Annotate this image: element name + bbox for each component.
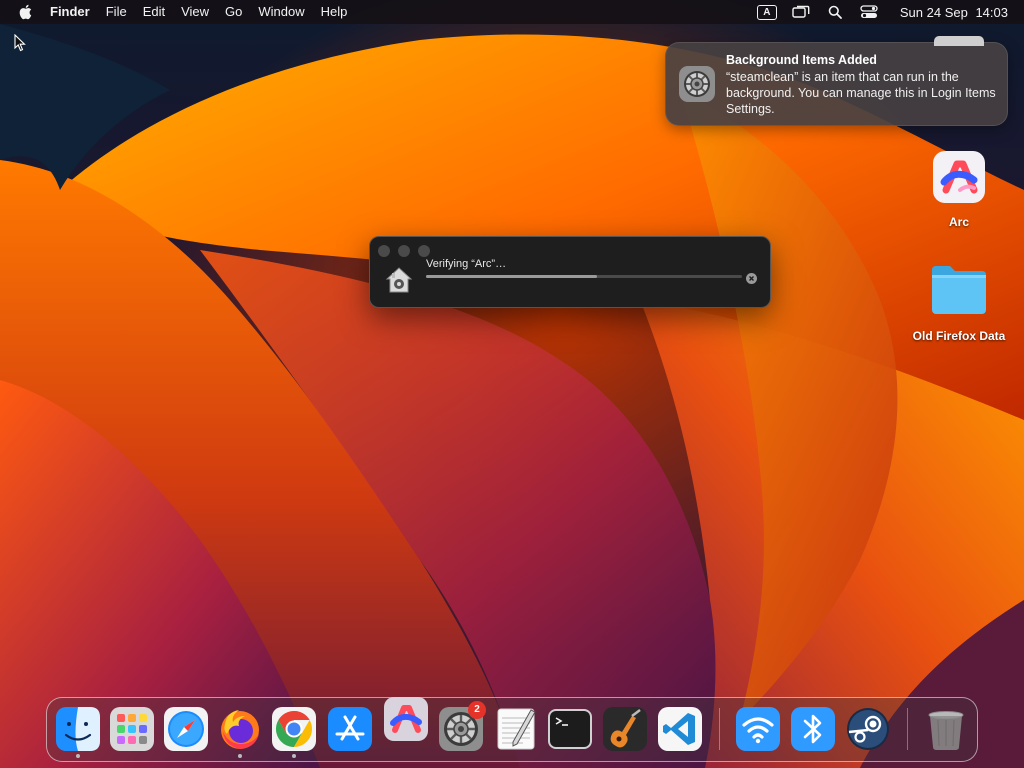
- dock-item-app-store[interactable]: [327, 706, 373, 752]
- dock-item-arc[interactable]: [383, 696, 429, 742]
- dock-item-trash[interactable]: [923, 706, 969, 752]
- dock-item-chrome[interactable]: [271, 706, 317, 758]
- desktop-icon-label: Old Firefox Data: [912, 329, 1006, 343]
- app-store-icon: [328, 707, 372, 751]
- verify-progress-fill: [426, 275, 597, 278]
- menu-app-name[interactable]: Finder: [40, 0, 98, 24]
- wifi-icon: [736, 707, 780, 751]
- garageband-icon: [603, 707, 647, 751]
- chrome-icon: [272, 707, 316, 751]
- arc-browser-icon: [933, 151, 985, 203]
- running-indicator: [76, 754, 80, 758]
- dock-item-finder[interactable]: [55, 706, 101, 758]
- input-source-label: A: [756, 4, 777, 20]
- menu-window[interactable]: Window: [250, 0, 312, 24]
- launchpad-icon: [110, 707, 154, 751]
- dock-item-system-settings[interactable]: 2: [438, 701, 486, 752]
- screen-mirroring-icon[interactable]: [790, 0, 812, 24]
- dock-item-terminal[interactable]: [547, 706, 593, 752]
- verifying-dialog: Verifying “Arc”…: [369, 236, 771, 308]
- dock-separator: [719, 708, 720, 750]
- mouse-pointer-icon: [14, 33, 26, 57]
- installer-house-icon: [384, 265, 414, 295]
- dock-separator: [907, 708, 908, 750]
- firefox-icon: [221, 710, 259, 749]
- input-source-icon[interactable]: A: [756, 0, 778, 24]
- dock-item-wifi[interactable]: [735, 706, 781, 752]
- cancel-icon: [746, 273, 757, 284]
- clock-date: Sun 24 Sep: [899, 4, 968, 20]
- folder-icon: [932, 266, 986, 314]
- terminal-icon: [548, 709, 592, 749]
- apple-menu-icon[interactable]: [0, 4, 40, 20]
- menu-edit[interactable]: Edit: [135, 0, 173, 24]
- system-settings-gear-icon: [678, 65, 716, 103]
- dock-item-firefox[interactable]: [217, 706, 263, 758]
- textedit-icon: [497, 708, 536, 750]
- cancel-verify-button[interactable]: [746, 271, 757, 284]
- safari-icon: [164, 707, 208, 751]
- dock-item-steam[interactable]: [845, 706, 891, 752]
- spotlight-search-icon[interactable]: [824, 0, 846, 24]
- desktop-icon-old-firefox-data[interactable]: Old Firefox Data: [904, 262, 1014, 343]
- menu-help[interactable]: Help: [313, 0, 356, 24]
- menu-view[interactable]: View: [173, 0, 217, 24]
- desktop-icon-label: Arc: [948, 215, 969, 229]
- dock-item-textedit[interactable]: [493, 706, 539, 752]
- background-items-notification[interactable]: Background Items Added “steamclean” is a…: [665, 42, 1008, 126]
- bluetooth-icon: [791, 707, 835, 751]
- verify-progress-bar: [426, 275, 742, 278]
- window-zoom-button[interactable]: [418, 245, 430, 257]
- window-minimize-button[interactable]: [398, 245, 410, 257]
- menu-go[interactable]: Go: [217, 0, 250, 24]
- desktop-item-partial: [934, 36, 984, 46]
- control-center-icon[interactable]: [858, 0, 880, 24]
- dock-item-safari[interactable]: [163, 706, 209, 752]
- notification-badge: 2: [468, 701, 486, 719]
- vscode-icon: [658, 707, 702, 751]
- trash-icon: [928, 711, 964, 750]
- finder-icon: [56, 707, 100, 751]
- dock: 2: [46, 697, 978, 762]
- notification-body: “steamclean” is an item that can run in …: [726, 70, 996, 116]
- dock-item-vscode[interactable]: [657, 706, 703, 752]
- desktop-icon-arc[interactable]: Arc: [921, 150, 997, 229]
- steam-icon: [847, 708, 889, 750]
- dock-item-garageband[interactable]: [602, 706, 648, 752]
- running-indicator: [292, 754, 296, 758]
- menu-file[interactable]: File: [98, 0, 135, 24]
- notification-title: Background Items Added: [726, 53, 877, 67]
- window-close-button[interactable]: [378, 245, 390, 257]
- menu-bar-extras: A Sun 24 Sep 14:03: [750, 0, 1024, 24]
- menu-bar: Finder File Edit View Go Window Help A S…: [0, 0, 1024, 24]
- menu-bar-clock[interactable]: Sun 24 Sep 14:03: [896, 5, 1008, 20]
- running-indicator: [238, 754, 242, 758]
- dock-item-launchpad[interactable]: [109, 706, 155, 752]
- dock-item-bluetooth[interactable]: [790, 706, 836, 752]
- clock-time: 14:03: [975, 4, 1008, 20]
- arc-icon: [384, 697, 428, 741]
- verifying-label: Verifying “Arc”…: [426, 258, 507, 270]
